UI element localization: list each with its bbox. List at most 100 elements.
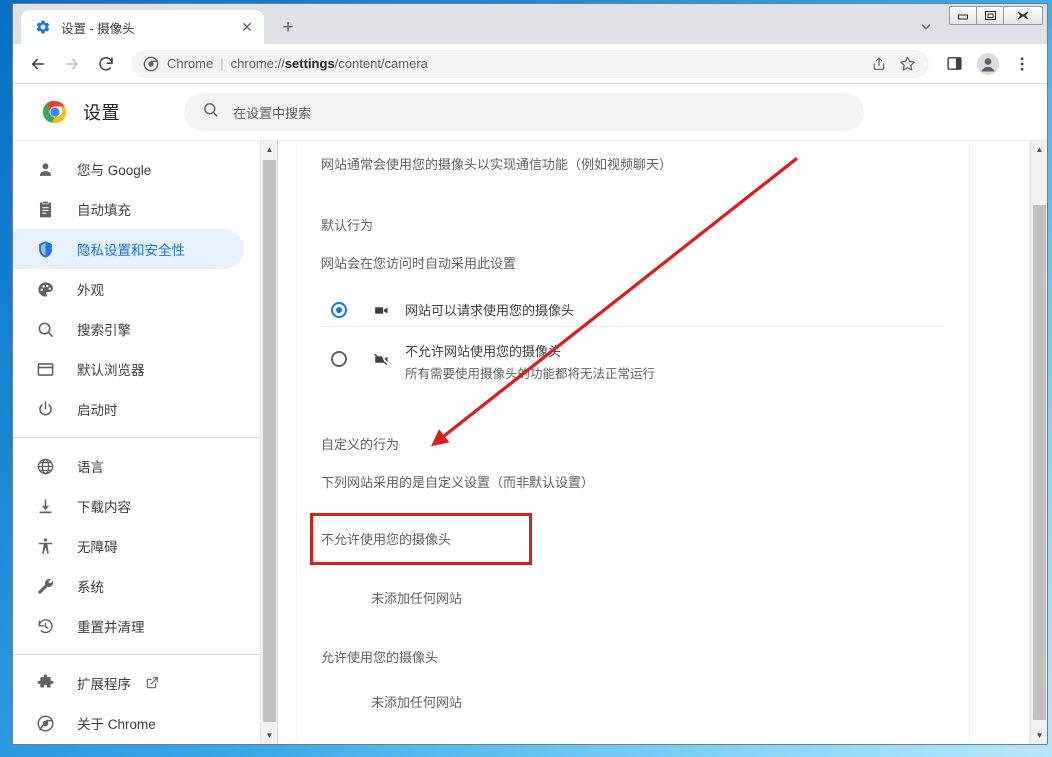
three-dot-menu-icon[interactable] xyxy=(1007,49,1037,79)
palette-icon xyxy=(35,279,55,299)
sidebar-item-you-and-google[interactable]: 您与 Google xyxy=(13,149,244,189)
scroll-up-arrow-icon[interactable]: ▲ xyxy=(1031,141,1047,158)
settings-gear-icon xyxy=(35,19,51,35)
sidebar-item-extensions[interactable]: 扩展程序 xyxy=(13,663,244,703)
default-behavior-subtitle: 网站会在您访问时自动采用此设置 xyxy=(321,256,517,271)
allow-group: 允许使用您的摄像头 未添加任何网站 xyxy=(321,647,945,711)
camera-intro-text: 网站通常会使用您的摄像头以实现通信功能（例如视频聊天） xyxy=(321,157,673,172)
allow-group-empty-text: 未添加任何网站 xyxy=(371,695,463,710)
sidebar-item-label: 语言 xyxy=(77,460,104,475)
sidebar-item-label: 搜索引擎 xyxy=(77,323,131,338)
url-suffix: /content/camera xyxy=(334,56,428,71)
sidebar-item-label: 您与 Google xyxy=(77,163,152,178)
sidebar-divider xyxy=(13,654,260,655)
download-icon xyxy=(35,496,55,516)
scroll-down-arrow-icon[interactable]: ▼ xyxy=(261,727,278,744)
sidebar-item-reset-and-cleanup[interactable]: 重置并清理 xyxy=(13,606,244,646)
star-icon[interactable] xyxy=(895,52,919,76)
new-tab-button[interactable]: + xyxy=(274,13,302,41)
camera-icon xyxy=(371,300,391,320)
power-icon xyxy=(35,399,55,419)
search-input[interactable]: 在设置中搜索 xyxy=(233,103,311,122)
radio-texts: 网站可以请求使用您的摄像头 xyxy=(405,300,574,320)
shield-icon xyxy=(35,239,55,259)
search-icon xyxy=(35,319,55,339)
close-icon[interactable]: ✕ xyxy=(238,18,256,36)
scroll-up-arrow-icon[interactable]: ▲ xyxy=(261,141,278,158)
radio-option-allow-camera[interactable]: 网站可以请求使用您的摄像头 xyxy=(321,294,945,326)
radio-option-block-camera[interactable]: 不允许网站使用您的摄像头 所有需要使用摄像头的功能都将无法正常运行 xyxy=(321,326,945,388)
clipboard-icon xyxy=(35,199,55,219)
sidebar-item-appearance[interactable]: 外观 xyxy=(13,269,244,309)
sidebar-item-label: 自动填充 xyxy=(77,203,131,218)
browser-tab[interactable]: 设置 - 摄像头 ✕ xyxy=(21,10,264,44)
sidebar-item-privacy-and-security[interactable]: 隐私设置和安全性 xyxy=(13,229,244,269)
block-group-title[interactable]: 不允许使用您的摄像头 xyxy=(309,513,533,565)
sidebar-item-accessibility[interactable]: 无障碍 xyxy=(13,526,244,566)
camera-off-icon xyxy=(371,349,391,369)
sidebar: 您与 Google 自动填充 隐私设置和安全性 外观 搜索引擎 默认浏览器 启动… xyxy=(13,141,278,744)
sidebar-item-autofill[interactable]: 自动填充 xyxy=(13,189,244,229)
side-panel-icon[interactable] xyxy=(939,49,969,79)
main-scrollbar[interactable]: ▲ ▼ xyxy=(1030,141,1047,744)
chrome-logo-icon xyxy=(42,100,67,124)
accessibility-icon xyxy=(35,536,55,556)
address-bar[interactable]: Chrome | chrome://settings/content/camer… xyxy=(131,49,929,78)
external-link-icon[interactable] xyxy=(145,676,159,690)
settings-card-inner: 网站通常会使用您的摄像头以实现通信功能（例如视频聊天） 默认行为 网站会在您访问… xyxy=(297,141,969,711)
sidebar-item-label: 启动时 xyxy=(77,403,118,418)
sidebar-scrollbar[interactable]: ▲ ▼ xyxy=(260,141,277,744)
person-icon xyxy=(35,159,55,179)
browser-toolbar: Chrome | chrome://settings/content/camer… xyxy=(13,44,1047,84)
sidebar-item-on-startup[interactable]: 启动时 xyxy=(13,389,244,429)
sidebar-nav: 您与 Google 自动填充 隐私设置和安全性 外观 搜索引擎 默认浏览器 启动… xyxy=(13,141,260,744)
settings-search-box[interactable]: 在设置中搜索 xyxy=(184,93,864,131)
maximize-button[interactable] xyxy=(976,6,1004,25)
sidebar-item-label: 隐私设置和安全性 xyxy=(77,243,185,258)
main-panel-wrap: 网站通常会使用您的摄像头以实现通信功能（例如视频聊天） 默认行为 网站会在您访问… xyxy=(278,141,1047,744)
scrollbar-thumb[interactable] xyxy=(1033,205,1046,720)
radio-label: 不允许网站使用您的摄像头 xyxy=(405,344,562,359)
settings-header: 设置 在设置中搜索 xyxy=(13,84,1047,140)
sidebar-item-label: 扩展程序 xyxy=(77,677,131,692)
allow-group-title: 允许使用您的摄像头 xyxy=(321,650,439,665)
chevron-down-icon[interactable] xyxy=(913,14,939,40)
back-arrow-icon[interactable] xyxy=(23,49,53,79)
sidebar-item-label: 外观 xyxy=(77,283,104,298)
sidebar-item-languages[interactable]: 语言 xyxy=(13,446,244,486)
wrench-icon xyxy=(35,576,55,596)
custom-behavior-subtitle: 下列网站采用的是自定义设置（而非默认设置） xyxy=(321,475,595,490)
scrollbar-thumb[interactable] xyxy=(263,160,276,722)
sidebar-item-default-browser[interactable]: 默认浏览器 xyxy=(13,349,244,389)
radio-label: 网站可以请求使用您的摄像头 xyxy=(405,303,575,318)
sidebar-item-downloads[interactable]: 下载内容 xyxy=(13,486,244,526)
reload-icon[interactable] xyxy=(91,49,121,79)
puzzle-icon xyxy=(35,673,55,693)
profile-avatar-icon[interactable] xyxy=(973,49,1003,79)
sidebar-item-label: 默认浏览器 xyxy=(77,363,145,378)
sidebar-item-about-chrome[interactable]: 关于 Chrome xyxy=(13,703,244,743)
sidebar-item-system[interactable]: 系统 xyxy=(13,566,244,606)
scroll-down-arrow-icon[interactable]: ▼ xyxy=(1031,727,1047,744)
sidebar-item-label: 关于 Chrome xyxy=(77,717,156,732)
custom-behavior-title: 自定义的行为 xyxy=(321,437,400,452)
default-behavior-title: 默认行为 xyxy=(321,218,374,233)
radio-texts: 不允许网站使用您的摄像头 所有需要使用摄像头的功能都将无法正常运行 xyxy=(405,341,655,382)
share-icon[interactable] xyxy=(867,52,891,76)
omnibox-actions xyxy=(865,52,921,76)
forward-arrow-icon[interactable] xyxy=(57,49,87,79)
sidebar-item-label: 重置并清理 xyxy=(77,620,145,635)
sidebar-item-label: 系统 xyxy=(77,580,104,595)
settings-card: 网站通常会使用您的摄像头以实现通信功能（例如视频聊天） 默认行为 网站会在您访问… xyxy=(296,141,970,744)
settings-content: 您与 Google 自动填充 隐私设置和安全性 外观 搜索引擎 默认浏览器 启动… xyxy=(13,140,1047,744)
close-button[interactable] xyxy=(1003,6,1043,25)
radio-button[interactable] xyxy=(331,351,347,367)
url-bold: settings xyxy=(284,56,335,71)
sidebar-item-label: 无障碍 xyxy=(77,540,118,555)
sidebar-item-search-engine[interactable]: 搜索引擎 xyxy=(13,309,244,349)
browser-window-icon xyxy=(35,359,55,379)
minimize-button[interactable] xyxy=(949,6,977,25)
omnibox-separator: | xyxy=(220,56,224,71)
search-icon xyxy=(202,101,219,123)
radio-button[interactable] xyxy=(331,302,347,318)
